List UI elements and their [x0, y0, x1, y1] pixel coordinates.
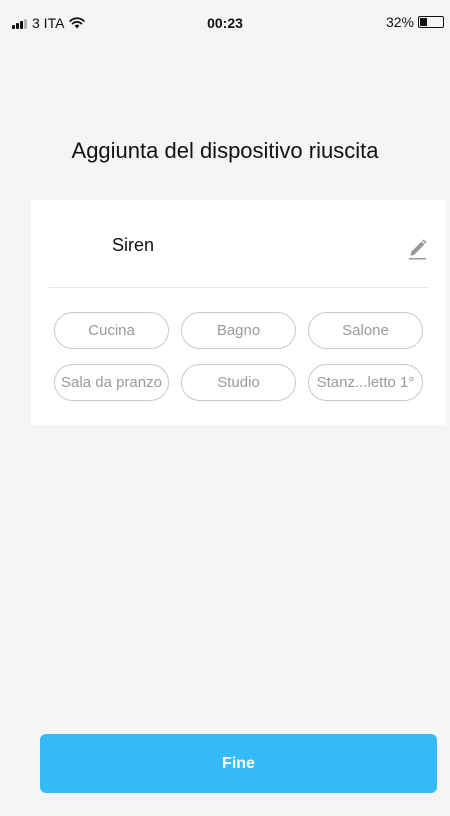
- room-chip-studio[interactable]: Studio: [181, 364, 296, 401]
- pencil-icon[interactable]: [406, 234, 428, 260]
- battery-icon: [418, 16, 444, 28]
- battery-level-fill: [420, 18, 427, 26]
- room-chip-sala-da-pranzo[interactable]: Sala da pranzo: [54, 364, 169, 401]
- done-button[interactable]: Fine: [40, 734, 437, 793]
- room-chip-cucina[interactable]: Cucina: [54, 312, 169, 349]
- room-chips: Cucina Bagno Salone Sala da pranzo Studi…: [54, 312, 424, 401]
- device-name: Siren: [112, 235, 155, 255]
- room-chip-bagno[interactable]: Bagno: [181, 312, 296, 349]
- status-time: 00:23: [207, 15, 243, 31]
- divider: [49, 287, 428, 288]
- device-card: Siren Cucina Bagno Salone Sala da pranzo…: [31, 200, 446, 425]
- status-right: 32%: [386, 14, 444, 30]
- room-chip-stanza-letto[interactable]: Stanz...letto 1°: [308, 364, 423, 401]
- battery-percentage: 32%: [385, 14, 414, 30]
- room-chip-salone[interactable]: Salone: [308, 312, 423, 349]
- status-bar: 3 ITA 00:23 32%: [0, 0, 450, 40]
- page-title: Aggiunta del dispositivo riuscita: [71, 138, 379, 163]
